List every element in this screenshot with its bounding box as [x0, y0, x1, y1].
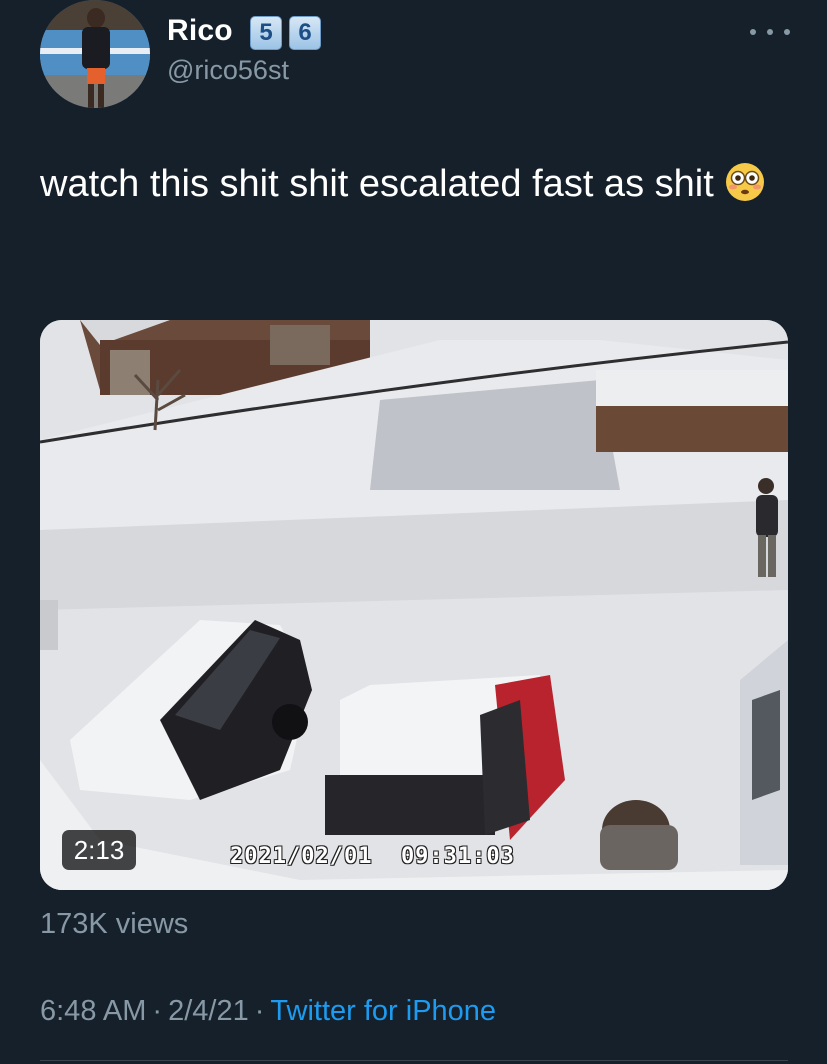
- keycap-6-emoji: 6: [289, 16, 321, 50]
- tweet-date[interactable]: 2/4/21: [168, 995, 249, 1027]
- tweet-detail: Rico 5 6 @rico56st watch this shit shit …: [0, 0, 827, 1064]
- flushed-face-emoji: [725, 163, 764, 201]
- video-media[interactable]: 2:13 2021/02/01 09:31:03: [40, 320, 788, 890]
- tweet-metadata: 6:48 AM · 2/4/21 · Twitter for iPhone: [40, 995, 496, 1028]
- display-name[interactable]: Rico: [167, 14, 233, 48]
- avatar[interactable]: [40, 0, 150, 108]
- video-duration-badge: 2:13: [62, 830, 136, 870]
- tweet-source-link[interactable]: Twitter for iPhone: [270, 995, 496, 1027]
- user-handle[interactable]: @rico56st: [167, 55, 289, 86]
- separator: ·: [254, 995, 265, 1027]
- keycap-5-emoji: 5: [250, 16, 282, 50]
- separator: ·: [152, 995, 163, 1027]
- more-options-icon[interactable]: [750, 20, 790, 44]
- video-frame: [40, 320, 788, 890]
- tweet-time[interactable]: 6:48 AM: [40, 995, 146, 1027]
- divider: [40, 1060, 788, 1061]
- camera-timestamp: 2021/02/01 09:31:03: [230, 844, 515, 869]
- view-count: 173K views: [40, 908, 189, 940]
- tweet-text-body: watch this shit shit escalated fast as s…: [40, 163, 714, 205]
- tweet-text: watch this shit shit escalated fast as s…: [40, 155, 780, 213]
